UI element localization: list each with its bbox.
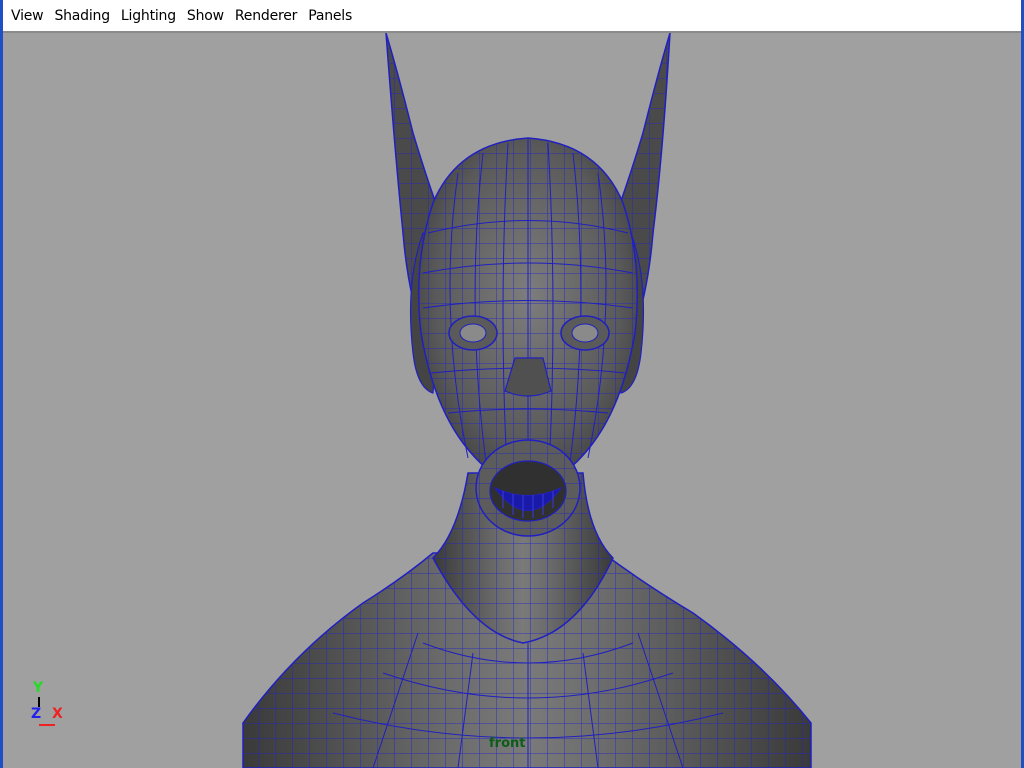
menu-renderer[interactable]: Renderer xyxy=(232,6,303,26)
panel-menubar: View Shading Lighting Show Renderer Pane… xyxy=(3,0,1021,33)
3d-viewport[interactable]: Y Z X front xyxy=(3,33,1021,768)
menu-show[interactable]: Show xyxy=(184,6,230,26)
camera-label: front xyxy=(489,736,526,751)
axis-x-line xyxy=(39,724,55,726)
menu-panels[interactable]: Panels xyxy=(305,6,358,26)
menu-lighting[interactable]: Lighting xyxy=(118,6,182,26)
app-window: View Shading Lighting Show Renderer Pane… xyxy=(0,0,1024,768)
axis-x-label: X xyxy=(52,706,63,722)
menu-shading[interactable]: Shading xyxy=(51,6,115,26)
axis-gizmo: Y Z X xyxy=(25,680,75,730)
menu-view[interactable]: View xyxy=(8,6,49,26)
axis-y-label: Y xyxy=(33,680,44,696)
axis-z-label: Z xyxy=(31,706,42,722)
wireframe-model[interactable] xyxy=(3,33,1021,768)
